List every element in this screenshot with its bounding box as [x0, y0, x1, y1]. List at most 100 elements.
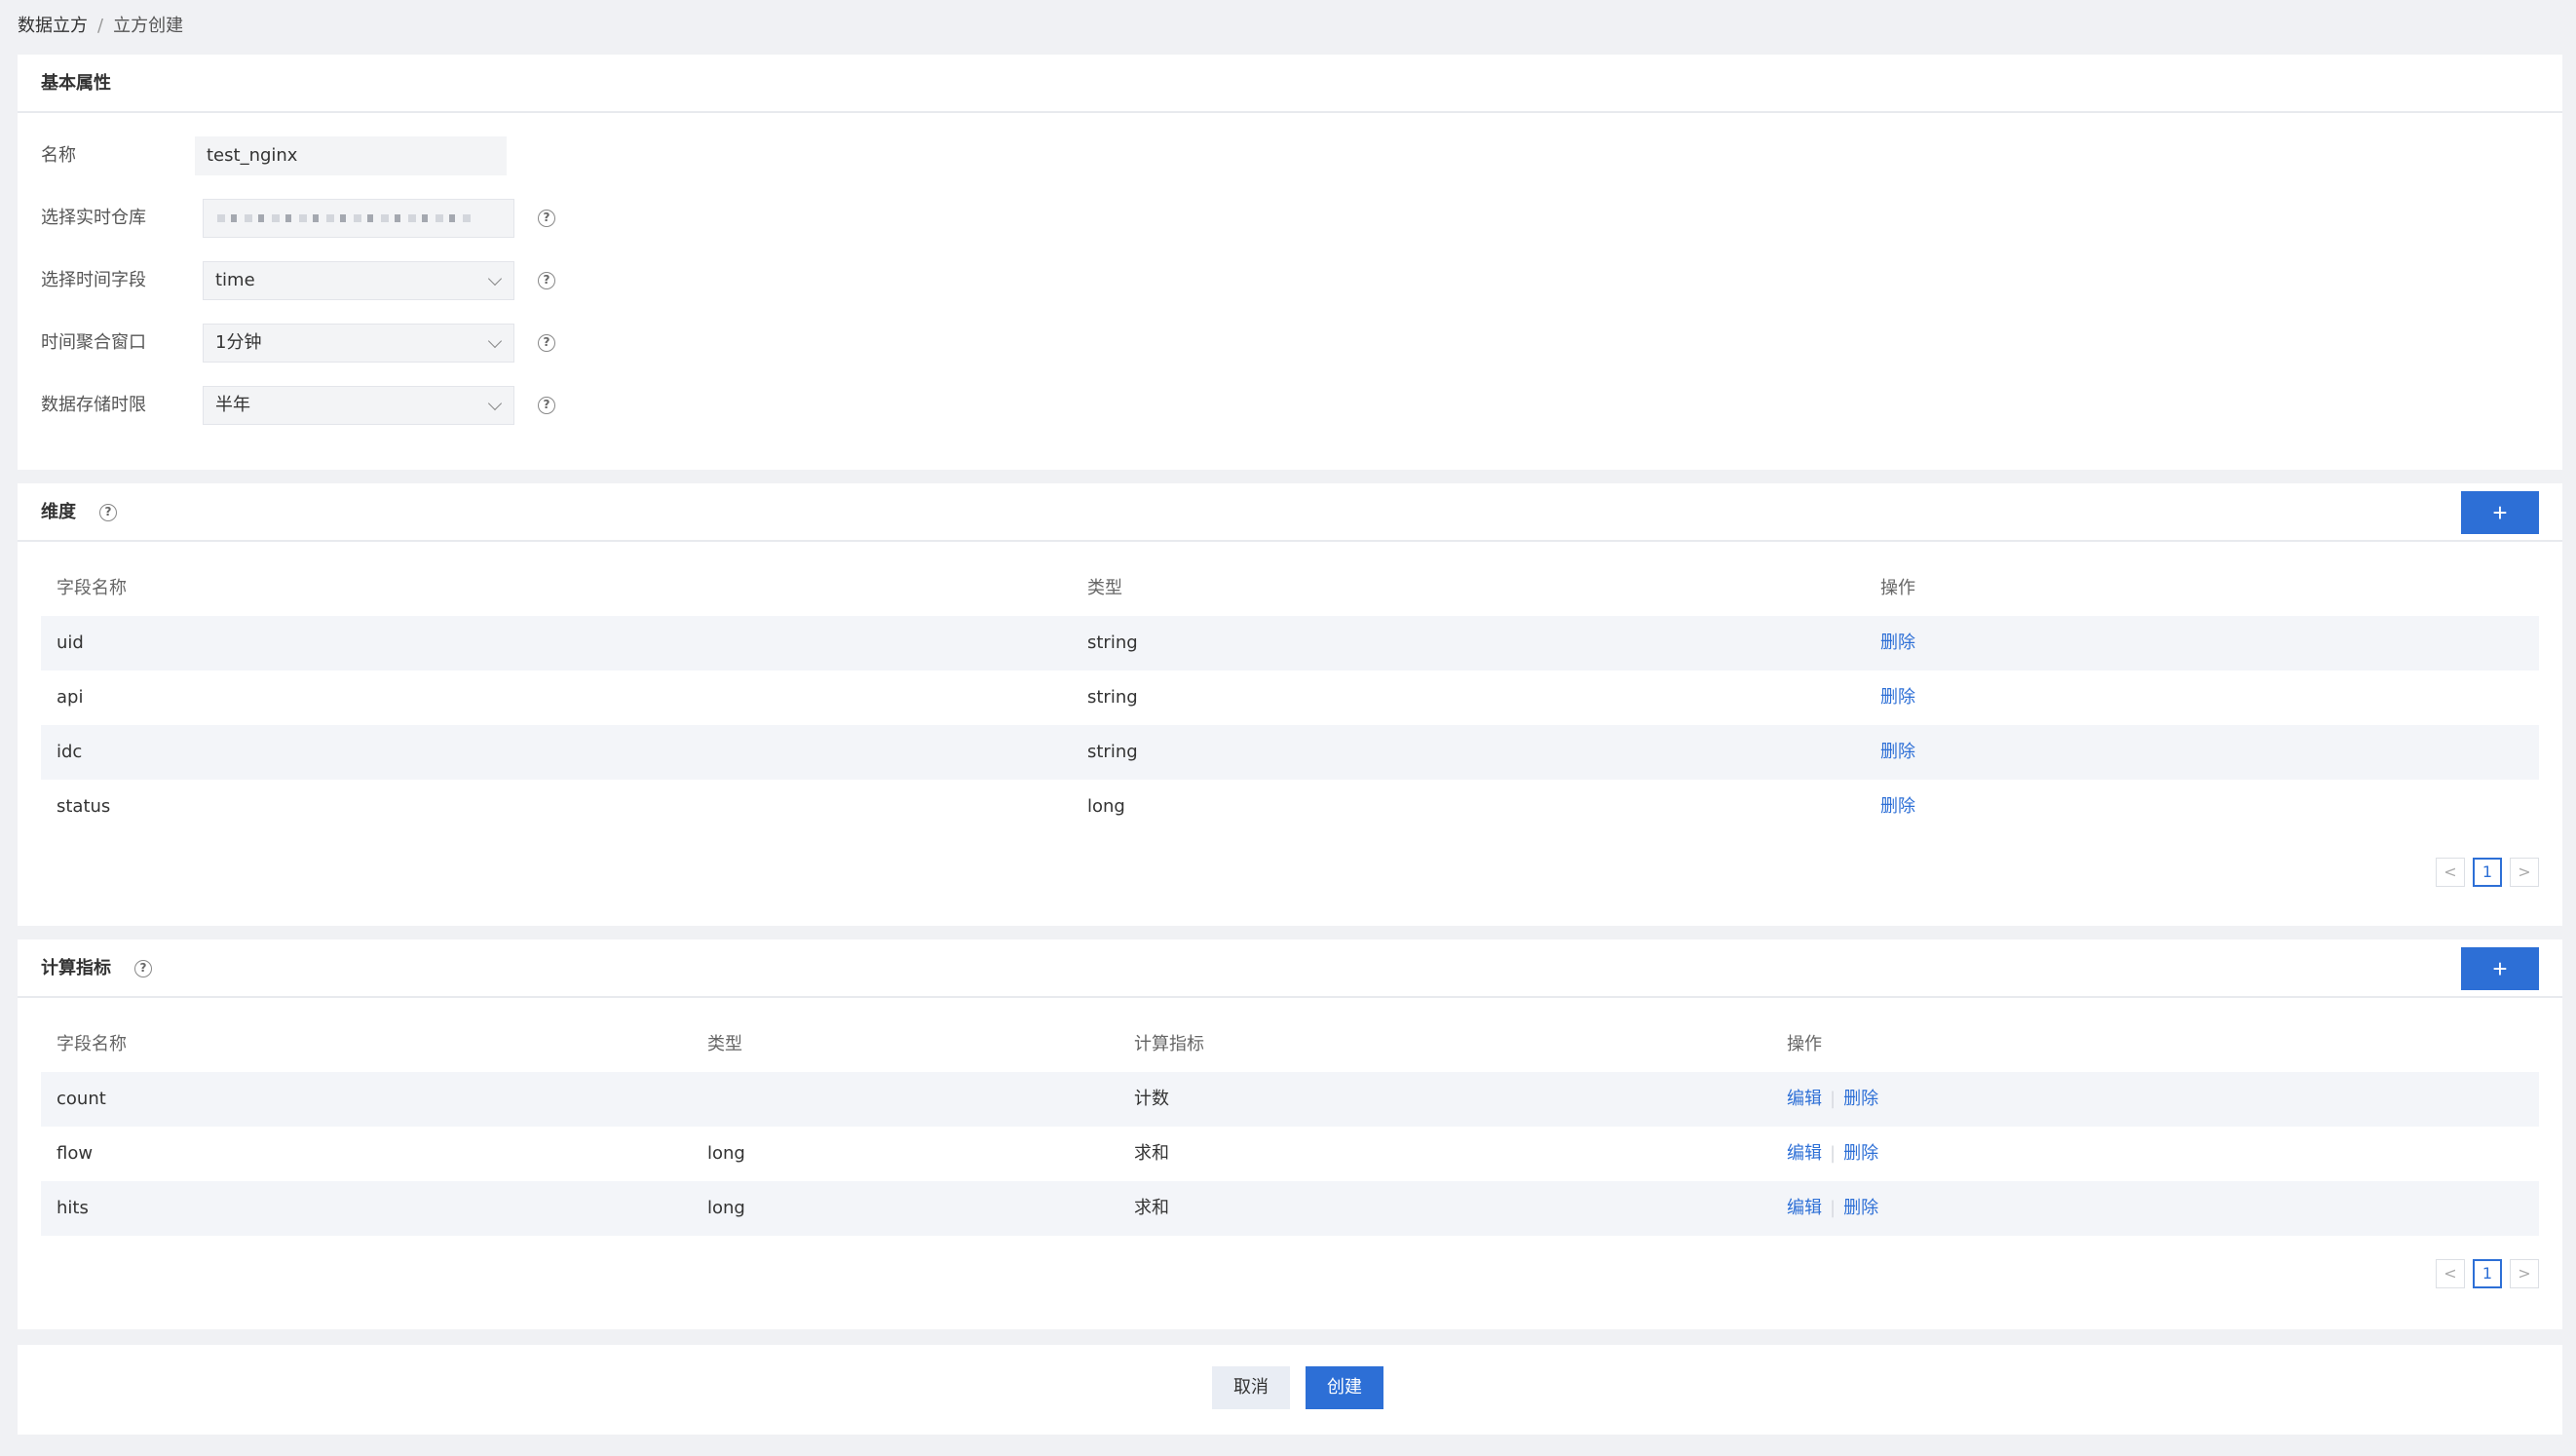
name-row: 名称 [41, 136, 625, 175]
table-row: status long 删除 [41, 780, 2539, 834]
field-name: idc [57, 742, 83, 762]
time-field-value: time [215, 270, 255, 290]
table-row: api string 删除 [41, 671, 2539, 725]
column-header: 操作 [1880, 578, 1915, 598]
dimensions-help-icon[interactable]: ? [99, 504, 117, 521]
edit-link[interactable]: 编辑 [1787, 1143, 1822, 1164]
field-name: uid [57, 632, 84, 653]
warehouse-row: 选择实时仓库 ? [41, 199, 625, 238]
time-field-help-icon[interactable]: ? [538, 272, 555, 289]
field-name: status [57, 796, 111, 817]
action-divider: | [1830, 1089, 1837, 1109]
metric-type: 求和 [1134, 1198, 1169, 1218]
edit-link[interactable]: 编辑 [1787, 1089, 1822, 1109]
time-field-select[interactable]: time [203, 261, 514, 300]
chevron-down-icon [487, 333, 503, 349]
table-row: flow long 求和 编辑 | 删除 [41, 1127, 2539, 1181]
table-row: uid string 删除 [41, 616, 2539, 671]
window-value: 1分钟 [215, 332, 262, 353]
delete-link[interactable]: 删除 [1880, 671, 1915, 725]
delete-link[interactable]: 删除 [1880, 780, 1915, 834]
time-field-label: 选择时间字段 [41, 270, 146, 290]
warehouse-select[interactable] [203, 199, 514, 238]
next-page-button[interactable]: > [2510, 858, 2539, 887]
delete-link[interactable]: 删除 [1843, 1143, 1878, 1164]
time-field-row: 选择时间字段 time ? [41, 261, 625, 300]
action-divider: | [1830, 1198, 1837, 1218]
warehouse-label: 选择实时仓库 [41, 208, 146, 228]
field-name: count [57, 1089, 106, 1109]
delete-link[interactable]: 删除 [1880, 725, 1915, 780]
metrics-help-icon[interactable]: ? [134, 960, 152, 977]
column-header: 操作 [1787, 1034, 1822, 1054]
table-row: idc string 删除 [41, 725, 2539, 780]
retention-select[interactable]: 半年 [203, 386, 514, 425]
row-actions: 编辑 | 删除 [1787, 1181, 1878, 1236]
delete-link[interactable]: 删除 [1843, 1198, 1878, 1218]
retention-value: 半年 [215, 395, 250, 415]
retention-help-icon[interactable]: ? [538, 397, 555, 414]
metrics-card: 计算指标 ? + 字段名称 类型 计算指标 操作 count 计数 编辑 | 删除 … [18, 939, 2562, 1329]
breadcrumb: 数据立方 / 立方创建 [18, 12, 183, 41]
window-select[interactable]: 1分钟 [203, 324, 514, 363]
warehouse-help-icon[interactable]: ? [538, 210, 555, 227]
column-header: 类型 [707, 1034, 742, 1054]
field-type: long [707, 1198, 745, 1218]
chevron-down-icon [487, 271, 503, 287]
page-1-button[interactable]: 1 [2473, 1259, 2502, 1288]
prev-page-button[interactable]: < [2436, 858, 2465, 887]
retention-row: 数据存储时限 半年 ? [41, 386, 625, 425]
column-header: 字段名称 [57, 578, 127, 598]
basic-properties-header: 基本属性 [18, 55, 2562, 113]
column-header: 字段名称 [57, 1034, 127, 1054]
basic-properties-card: 基本属性 名称 选择实时仓库 ? 选择时间字段 time ? 时间聚合窗口 1分… [18, 55, 2562, 470]
metrics-table: 字段名称 类型 计算指标 操作 count 计数 编辑 | 删除 flow long… [41, 1017, 2539, 1236]
action-divider: | [1830, 1143, 1837, 1164]
cancel-button[interactable]: 取消 [1212, 1366, 1290, 1409]
edit-link[interactable]: 编辑 [1787, 1198, 1822, 1218]
metrics-title: 计算指标 [41, 958, 111, 978]
redacted-value [217, 214, 471, 222]
create-button[interactable]: 创建 [1306, 1366, 1383, 1409]
page-1-button[interactable]: 1 [2473, 858, 2502, 887]
add-dimension-button[interactable]: + [2461, 491, 2539, 534]
metric-type: 计数 [1134, 1089, 1169, 1109]
dimensions-table: 字段名称 类型 操作 uid string 删除 api string 删除 i… [41, 561, 2539, 834]
dimensions-title: 维度 [41, 502, 76, 522]
window-help-icon[interactable]: ? [538, 334, 555, 352]
field-name: flow [57, 1143, 94, 1164]
delete-link[interactable]: 删除 [1843, 1089, 1878, 1109]
row-actions: 编辑 | 删除 [1787, 1072, 1878, 1127]
footer-actions: 取消 创建 [18, 1345, 2562, 1435]
table-header: 字段名称 类型 计算指标 操作 [41, 1017, 2539, 1072]
add-metric-button[interactable]: + [2461, 947, 2539, 990]
retention-label: 数据存储时限 [41, 395, 146, 415]
field-type: long [707, 1143, 745, 1164]
field-type: string [1087, 742, 1138, 762]
field-type: string [1087, 687, 1138, 708]
column-header: 类型 [1087, 578, 1122, 598]
breadcrumb-current: 立方创建 [113, 16, 184, 36]
metrics-header: 计算指标 ? + [18, 939, 2562, 998]
table-row: count 计数 编辑 | 删除 [41, 1072, 2539, 1127]
delete-link[interactable]: 删除 [1880, 616, 1915, 671]
dimensions-pagination: <1 > [2428, 858, 2539, 887]
field-type: long [1087, 796, 1125, 817]
prev-page-button[interactable]: < [2436, 1259, 2465, 1288]
metrics-pagination: <1 > [2428, 1259, 2539, 1288]
next-page-button[interactable]: > [2510, 1259, 2539, 1288]
field-name: hits [57, 1198, 89, 1218]
name-input[interactable] [195, 136, 507, 175]
row-actions: 编辑 | 删除 [1787, 1127, 1878, 1181]
dimensions-header: 维度 ? + [18, 483, 2562, 542]
chevron-down-icon [487, 396, 503, 411]
table-header: 字段名称 类型 操作 [41, 561, 2539, 616]
field-name: api [57, 687, 84, 708]
column-header: 计算指标 [1134, 1034, 1204, 1054]
breadcrumb-separator: / [97, 16, 104, 36]
basic-properties-title: 基本属性 [41, 73, 111, 94]
name-label: 名称 [41, 145, 76, 166]
window-label: 时间聚合窗口 [41, 332, 146, 353]
field-type: string [1087, 632, 1138, 653]
breadcrumb-root[interactable]: 数据立方 [18, 16, 88, 36]
